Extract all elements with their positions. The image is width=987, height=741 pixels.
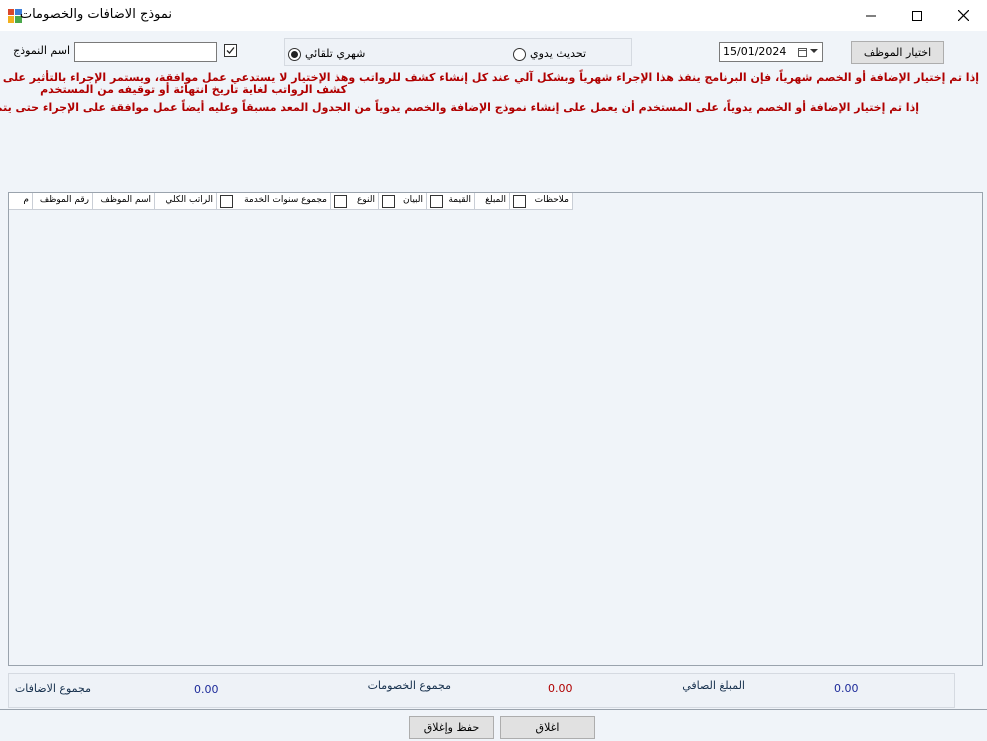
- column-header-statement[interactable]: البيان: [379, 193, 427, 210]
- window-title: نموذج الاضافات والخصومات: [19, 7, 172, 22]
- column-header-notes[interactable]: ملاحظات: [510, 193, 573, 210]
- additions-total-label: مجموع الاضافات: [14, 682, 91, 695]
- column-header-label: رقم الموظف: [39, 195, 89, 205]
- column-header-value[interactable]: القيمة: [427, 193, 475, 210]
- deductions-total-label: مجموع الخصومات: [367, 679, 451, 692]
- close-icon: [957, 10, 969, 21]
- column-checkbox[interactable]: [430, 195, 443, 208]
- additions-total-value: 0.00: [194, 683, 219, 696]
- active-checkbox[interactable]: [224, 44, 237, 57]
- column-checkbox[interactable]: [334, 195, 347, 208]
- column-header-label: القيمة: [448, 195, 471, 205]
- column-header-label: اسم الموظف: [100, 195, 151, 205]
- form-name-label: اسم النموذج: [13, 44, 70, 57]
- chevron-down-icon[interactable]: [809, 45, 819, 57]
- radio-selected-dot: [291, 51, 298, 58]
- date-picker[interactable]: 15/01/2024: [719, 42, 823, 62]
- note-manual: إذا تم إختيار الإضافة أو الخصم يدوياً، ع…: [0, 101, 919, 114]
- date-value: 15/01/2024: [723, 45, 787, 58]
- column-header-type[interactable]: النوع: [331, 193, 379, 210]
- minimize-button[interactable]: [848, 0, 894, 31]
- calendar-icon: [798, 48, 807, 57]
- column-header-label: مجموع سنوات الخدمة: [244, 195, 327, 205]
- column-header-amount[interactable]: المبلغ: [475, 193, 510, 210]
- column-header-label: المبلغ: [485, 195, 506, 205]
- save-and-close-button[interactable]: حفظ وإغلاق: [409, 716, 494, 739]
- radio-monthly-auto-label: شهري تلقائي: [305, 47, 366, 60]
- column-header-service-years[interactable]: مجموع سنوات الخدمة: [217, 193, 331, 210]
- close-form-button[interactable]: اغلاق: [500, 716, 595, 739]
- column-header-index[interactable]: م: [9, 193, 33, 210]
- radio-monthly-auto[interactable]: [288, 48, 301, 61]
- column-header-label: البيان: [402, 195, 423, 205]
- column-header-label: ملاحظات: [534, 195, 569, 205]
- column-header-label: النوع: [357, 195, 375, 205]
- minimize-icon: [866, 15, 876, 16]
- note-monthly-line2: كشف الرواتب لغاية تاريخ انتهائة أو توقيف…: [40, 83, 347, 96]
- maximize-icon: [912, 10, 922, 21]
- column-header-employee-number[interactable]: رقم الموظف: [33, 193, 93, 210]
- deductions-total-value: 0.00: [548, 682, 573, 695]
- maximize-button[interactable]: [894, 0, 940, 31]
- radio-manual-update[interactable]: [513, 48, 526, 61]
- net-amount-label: المبلغ الصافي: [682, 679, 745, 692]
- column-checkbox[interactable]: [513, 195, 526, 208]
- column-checkbox[interactable]: [382, 195, 395, 208]
- grid-header: م رقم الموظف اسم الموظف الراتب الكلي مجم…: [9, 193, 573, 210]
- select-employee-button[interactable]: اختيار الموظف: [851, 41, 944, 64]
- checkmark-icon: [226, 47, 235, 54]
- column-header-total-salary[interactable]: الراتب الكلي: [155, 193, 217, 210]
- column-header-label: الراتب الكلي: [165, 195, 213, 205]
- column-header-label: م: [23, 195, 29, 205]
- close-button[interactable]: [940, 0, 986, 31]
- totals-panel: [8, 673, 955, 708]
- form-name-input[interactable]: [74, 42, 217, 62]
- net-amount-value: 0.00: [834, 682, 859, 695]
- column-checkbox[interactable]: [220, 195, 233, 208]
- employees-grid[interactable]: م رقم الموظف اسم الموظف الراتب الكلي مجم…: [8, 192, 983, 666]
- column-header-employee-name[interactable]: اسم الموظف: [93, 193, 155, 210]
- radio-manual-update-label: تحديث يدوي: [530, 47, 587, 60]
